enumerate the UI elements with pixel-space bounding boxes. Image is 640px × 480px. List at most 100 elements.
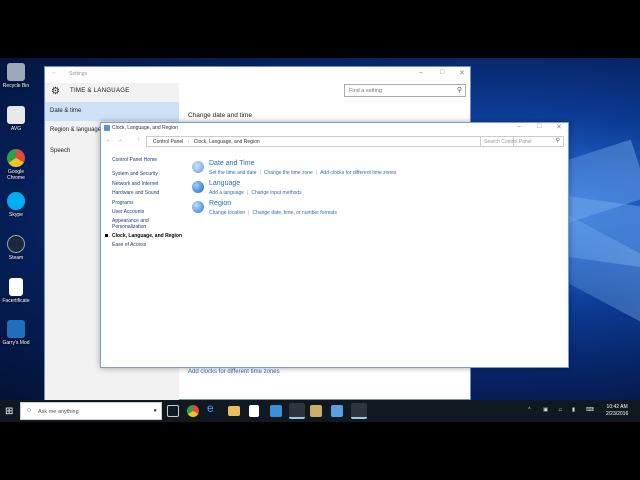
- cp-titlebar: Clock, Language, and Region – □ ✕: [101, 123, 568, 135]
- control-panel-window: Clock, Language, and Region – □ ✕ ← → ↑ …: [100, 122, 569, 368]
- app-icon[interactable]: [270, 405, 282, 417]
- minimize-icon[interactable]: –: [517, 123, 521, 130]
- keyboard-icon[interactable]: ⌨: [586, 407, 594, 413]
- search-icon: ⚲: [456, 87, 462, 94]
- desktop-icon-label: Recycle Bin: [2, 83, 30, 89]
- nav-system-security[interactable]: System and Security: [112, 171, 158, 177]
- chrome-icon: [7, 149, 25, 167]
- close-icon[interactable]: ✕: [556, 123, 562, 131]
- language-title[interactable]: Language: [209, 180, 240, 187]
- clock-time: 10:42 AM: [606, 404, 628, 410]
- nav-clock-language-region: Clock, Language, and Region: [112, 233, 183, 239]
- sidebar-item-date-time[interactable]: Date & time: [45, 102, 179, 121]
- desktop-icon-label: Steam: [8, 255, 24, 261]
- date-time-title[interactable]: Date and Time: [209, 160, 255, 167]
- desktop-icon-label: AVG: [10, 126, 22, 132]
- settings-title: Settings: [69, 71, 88, 77]
- store-icon[interactable]: [249, 405, 259, 417]
- clock[interactable]: 10:42 AM 2/23/2016: [606, 404, 628, 418]
- settings-header: ⚙ TIME & LANGUAGE: [45, 83, 179, 101]
- nav-programs[interactable]: Programs: [112, 200, 134, 206]
- forward-arrow-icon[interactable]: →: [117, 137, 123, 143]
- breadcrumb-separator: ›: [187, 139, 190, 145]
- battery-icon[interactable]: ▮: [572, 407, 575, 413]
- desktop-icon-label: Skype: [9, 212, 23, 218]
- desktop-icon-label: Garry's Mod: [2, 340, 30, 346]
- control-panel-icon: [104, 125, 110, 131]
- breadcrumb-current[interactable]: Clock, Language, and Region: [194, 139, 260, 145]
- change-time-zone-link[interactable]: Change the time zone: [264, 170, 313, 176]
- cortana-search-box[interactable]: ○ Ask me anything ●: [20, 402, 162, 420]
- edge-icon[interactable]: e: [207, 401, 223, 417]
- desktop-icon-garrys-mod[interactable]: Garry's Mod: [0, 320, 32, 346]
- volume-icon[interactable]: ♫: [558, 407, 562, 413]
- chevron-up-icon[interactable]: ^: [528, 407, 531, 413]
- close-icon[interactable]: ✕: [459, 69, 465, 77]
- app-icon[interactable]: [310, 405, 322, 417]
- nav-ease-of-access[interactable]: Ease of Access: [112, 242, 146, 248]
- desktop-icon-recycle-bin[interactable]: Recycle Bin: [0, 63, 32, 89]
- region-title[interactable]: Region: [209, 200, 231, 207]
- current-item-bullet: [105, 234, 108, 237]
- chrome-taskbar-icon[interactable]: [187, 405, 199, 417]
- clock-icon: [192, 161, 204, 173]
- microphone-icon[interactable]: ●: [153, 408, 157, 414]
- nav-network-internet[interactable]: Network and Internet: [112, 181, 158, 187]
- set-time-date-link[interactable]: Set the time and date: [209, 170, 257, 176]
- settings-taskbar-icon[interactable]: [289, 403, 305, 419]
- breadcrumb-control-panel[interactable]: Control Panel: [153, 139, 183, 145]
- cortana-placeholder: Ask me anything: [38, 409, 79, 415]
- nav-user-accounts[interactable]: User Accounts: [112, 209, 144, 215]
- desktop-icon-facertificate[interactable]: Facertificate: [0, 278, 32, 304]
- address-bar[interactable]: Control Panel › Clock, Language, and Reg…: [146, 136, 514, 147]
- add-clocks-link[interactable]: Add clocks for different time zones: [320, 170, 396, 176]
- nav-control-panel-home[interactable]: Control Panel Home: [112, 157, 157, 163]
- network-icon[interactable]: ▣: [543, 407, 548, 413]
- language-links: Add a language | Change input methods: [209, 190, 302, 196]
- desktop-icon-skype[interactable]: Skype: [0, 192, 32, 218]
- change-date-time-heading: Change date and time: [188, 112, 252, 119]
- desktop-icon-label: Google Chrome: [7, 169, 25, 181]
- change-input-methods-link[interactable]: Change input methods: [251, 190, 301, 196]
- find-setting-input[interactable]: Find a setting ⚲: [344, 84, 466, 97]
- cortana-icon: ○: [27, 407, 32, 414]
- back-arrow-icon[interactable]: ←: [51, 69, 58, 76]
- file-explorer-icon[interactable]: [228, 406, 240, 416]
- desktop-icon-chrome[interactable]: Google Chrome: [0, 149, 32, 181]
- date-time-links: Set the time and date | Change the time zo…: [209, 170, 397, 176]
- document-icon: [9, 278, 23, 296]
- windows-start-icon[interactable]: ⊞: [5, 406, 13, 417]
- add-clocks-link[interactable]: Add clocks for different time zones: [188, 369, 280, 375]
- taskbar: ⊞ ○ Ask me anything ● e ^ ▣ ♫ ▮ ⌨ 10:42 …: [0, 400, 640, 422]
- control-panel-taskbar-icon[interactable]: [351, 403, 367, 419]
- task-view-icon[interactable]: [167, 405, 179, 417]
- change-location-link[interactable]: Change location: [209, 210, 245, 216]
- globe-icon: [192, 181, 204, 193]
- app-icon[interactable]: [331, 405, 343, 417]
- clock-date: 2/23/2016: [606, 411, 629, 417]
- search-placeholder: Find a setting: [349, 88, 383, 94]
- cp-title: Clock, Language, and Region: [112, 125, 178, 131]
- address-bar-row: ← → ↑ Control Panel › Clock, Language, a…: [101, 135, 570, 149]
- nav-appearance[interactable]: Appearance and Personalization: [112, 218, 172, 230]
- desktop-icon-label: Facertificate: [2, 298, 30, 304]
- minimize-icon[interactable]: –: [419, 69, 423, 76]
- gear-icon: ⚙: [51, 86, 60, 97]
- settings-header-title: TIME & LANGUAGE: [70, 88, 130, 94]
- desktop-icon-avg[interactable]: AVG: [0, 106, 32, 132]
- region-links: Change location | Change date, time, or nu…: [209, 210, 337, 216]
- maximize-icon[interactable]: □: [440, 69, 444, 76]
- desktop-icon-steam[interactable]: Steam: [0, 235, 32, 261]
- add-language-link[interactable]: Add a language: [209, 190, 244, 196]
- steam-icon: [7, 235, 25, 253]
- up-arrow-icon[interactable]: ↑: [137, 137, 140, 143]
- maximize-icon[interactable]: □: [537, 123, 541, 130]
- search-control-panel-input[interactable]: Search Control Panel ⚲: [480, 136, 564, 147]
- recycle-bin-icon: [7, 63, 25, 81]
- search-placeholder: Search Control Panel: [484, 139, 532, 145]
- nav-hardware-sound[interactable]: Hardware and Sound: [112, 190, 159, 196]
- avg-icon: [7, 106, 25, 124]
- skype-icon: [7, 192, 25, 210]
- change-formats-link[interactable]: Change date, time, or number formats: [252, 210, 337, 216]
- back-arrow-icon[interactable]: ←: [106, 137, 112, 143]
